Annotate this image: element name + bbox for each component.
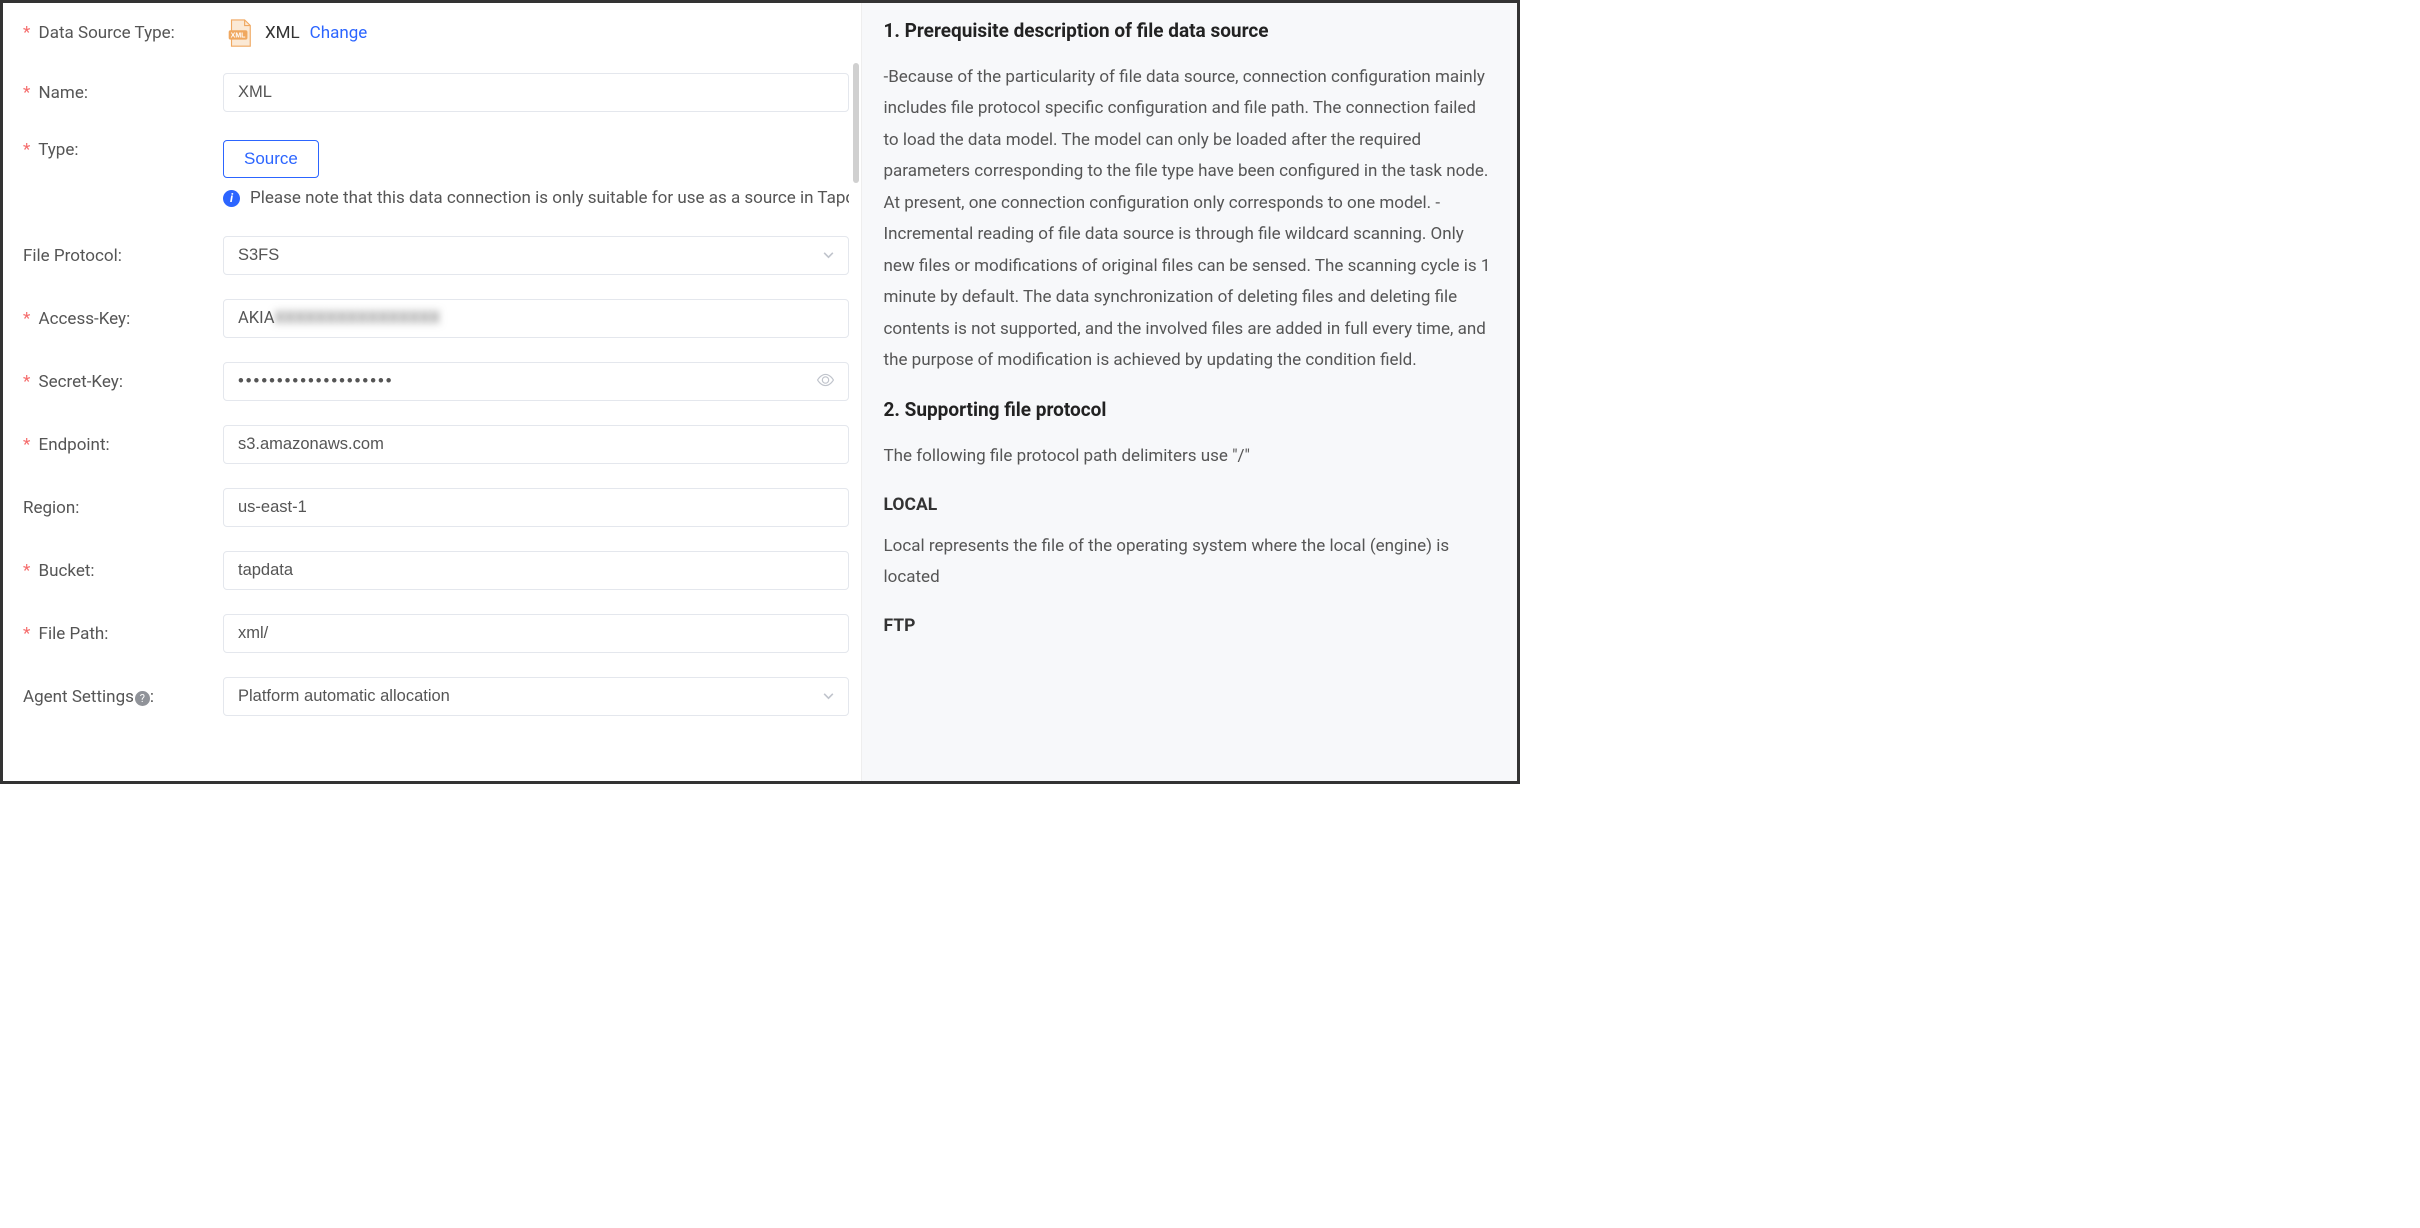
docs-section1-body: -Because of the particularity of file da… (884, 62, 1495, 376)
agent-settings-select[interactable] (223, 677, 849, 716)
data-source-type-row: * Data Source Type: XML XML Change (23, 17, 849, 49)
file-protocol-row: File Protocol: (23, 236, 849, 275)
agent-settings-row: Agent Settings?: (23, 677, 849, 716)
file-path-input[interactable] (223, 614, 849, 653)
access-key-prefix: AKIA (238, 309, 275, 328)
scrollbar-thumb[interactable] (853, 63, 859, 183)
required-mark: * (23, 23, 30, 43)
source-tag-button[interactable]: Source (223, 140, 319, 178)
endpoint-label-text: Endpoint: (39, 435, 110, 455)
file-protocol-label-text: File Protocol: (23, 246, 122, 266)
help-icon[interactable]: ? (135, 691, 150, 706)
type-label: * Type: (23, 140, 223, 160)
file-protocol-label: File Protocol: (23, 246, 223, 266)
file-path-row: * File Path: (23, 614, 849, 653)
docs-section1-title: 1. Prerequisite description of file data… (884, 19, 1495, 42)
info-icon: i (223, 190, 240, 207)
access-key-row: * Access-Key: AKIAXXXXXXXXXXXXXXXX (23, 299, 849, 338)
secret-key-label: * Secret-Key: (23, 372, 223, 392)
required-mark: * (23, 140, 30, 160)
endpoint-row: * Endpoint: (23, 425, 849, 464)
required-mark: * (23, 435, 30, 455)
type-row: * Type: Source (23, 136, 849, 178)
file-path-label: * File Path: (23, 624, 223, 644)
region-label: Region: (23, 498, 223, 518)
secret-key-input[interactable] (223, 362, 849, 401)
bucket-input[interactable] (223, 551, 849, 590)
secret-key-label-text: Secret-Key: (39, 372, 123, 392)
type-note-text: Please note that this data connection is… (250, 188, 849, 208)
data-source-type-label: * Data Source Type: (23, 23, 223, 43)
name-input[interactable] (223, 73, 849, 112)
file-protocol-select[interactable] (223, 236, 849, 275)
region-label-text: Region: (23, 498, 79, 518)
eye-icon[interactable] (816, 370, 835, 393)
agent-settings-label: Agent Settings?: (23, 687, 223, 707)
access-key-label-text: Access-Key: (39, 309, 131, 329)
file-path-label-text: File Path: (39, 624, 109, 644)
name-label-text: Name: (39, 83, 88, 103)
bucket-row: * Bucket: (23, 551, 849, 590)
access-key-blurred: XXXXXXXXXXXXXXXX (275, 309, 441, 328)
required-mark: * (23, 83, 30, 103)
docs-local-body: Local represents the file of the operati… (884, 531, 1495, 594)
docs-local-title: LOCAL (884, 495, 1495, 515)
docs-section2-title: 2. Supporting file protocol (884, 398, 1495, 421)
data-source-type-value: XML (265, 23, 300, 43)
colon-text: : (150, 687, 154, 707)
required-mark: * (23, 624, 30, 644)
region-input[interactable] (223, 488, 849, 527)
access-key-input[interactable]: AKIAXXXXXXXXXXXXXXXX (223, 299, 849, 338)
xml-file-icon: XML (223, 17, 255, 49)
endpoint-input[interactable] (223, 425, 849, 464)
required-mark: * (23, 372, 30, 392)
change-link[interactable]: Change (310, 23, 368, 43)
type-note-row: i Please note that this data connection … (23, 188, 849, 208)
required-mark: * (23, 309, 30, 329)
secret-key-row: * Secret-Key: (23, 362, 849, 401)
endpoint-label: * Endpoint: (23, 435, 223, 455)
form-panel: * Data Source Type: XML XML Change (3, 3, 861, 781)
bucket-label: * Bucket: (23, 561, 223, 581)
docs-section2-intro: The following file protocol path delimit… (884, 441, 1495, 472)
docs-ftp-title: FTP (884, 616, 1495, 636)
region-row: Region: (23, 488, 849, 527)
required-mark: * (23, 561, 30, 581)
data-source-type-label-text: Data Source Type: (39, 23, 175, 43)
bucket-label-text: Bucket: (39, 561, 95, 581)
agent-settings-label-text: Agent Settings (23, 687, 134, 707)
svg-text:XML: XML (231, 33, 247, 40)
name-label: * Name: (23, 83, 223, 103)
scrollbar[interactable] (851, 3, 861, 781)
name-row: * Name: (23, 73, 849, 112)
type-label-text: Type: (38, 140, 78, 160)
access-key-label: * Access-Key: (23, 309, 223, 329)
docs-panel: 1. Prerequisite description of file data… (861, 3, 1517, 781)
